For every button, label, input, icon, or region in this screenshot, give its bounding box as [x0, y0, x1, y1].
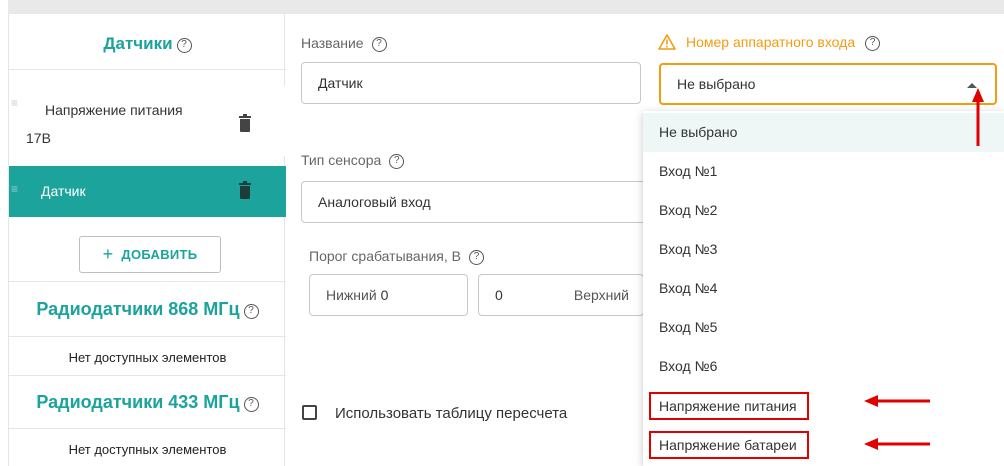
add-sensor-button[interactable]: + ДОБАВИТЬ — [79, 236, 221, 273]
radio868-section-title: Радиодатчики 868 МГц? — [9, 299, 286, 320]
sensor-item-sensor[interactable]: ≡ Датчик — [9, 166, 286, 217]
divider — [9, 375, 286, 376]
dropdown-option-label: Напряжение батареи — [649, 431, 809, 459]
sensor-type-select[interactable]: Аналоговый вход — [301, 181, 646, 223]
sensor-type-label: Тип сенсора? — [301, 152, 405, 169]
left-gutter — [0, 0, 8, 466]
sensors-help-icon[interactable]: ? — [176, 38, 192, 53]
threshold-help-icon[interactable]: ? — [468, 250, 484, 265]
hw-input-dropdown: Не выбрано Вход №1 Вход №2 Вход №3 Вход … — [643, 111, 1004, 466]
lower-threshold-input[interactable]: Нижний 0 — [309, 274, 468, 316]
dropdown-option-label: Вход №3 — [659, 241, 718, 257]
dropdown-option[interactable]: Вход №4 — [643, 269, 1004, 308]
add-button-label: ДОБАВИТЬ — [121, 247, 198, 262]
radio433-help-icon[interactable]: ? — [243, 397, 259, 412]
sensors-section-title: Датчики? — [9, 34, 286, 54]
hw-input-help-icon[interactable]: ? — [865, 36, 881, 51]
dropdown-option-label: Вход №1 — [659, 163, 718, 179]
hw-input-value: Не выбрано — [677, 76, 756, 92]
use-table-checkbox[interactable] — [302, 405, 317, 420]
sensor-item-label: Датчик — [41, 183, 86, 199]
hw-input-select[interactable]: Не выбрано — [659, 63, 997, 105]
dropdown-option[interactable]: Вход №3 — [643, 230, 1004, 269]
upper-threshold-label: Верхний — [573, 287, 629, 303]
dropdown-option[interactable]: Вход №6 — [643, 347, 1004, 386]
annotation-arrow-left-icon — [864, 438, 930, 450]
threshold-label: Порог срабатывания, В? — [309, 248, 484, 265]
delete-sensor-icon[interactable] — [239, 181, 251, 199]
lower-threshold-label: Нижний — [326, 287, 377, 303]
sensors-title-text: Датчики — [103, 34, 173, 53]
dropdown-option-label: Вход №2 — [659, 202, 718, 218]
dropdown-option-label: Не выбрано — [659, 124, 738, 140]
sensor-type-help-icon[interactable]: ? — [389, 154, 405, 169]
divider — [9, 336, 286, 337]
name-input-value: Датчик — [318, 75, 363, 91]
radio433-empty-text: Нет доступных элементов — [68, 442, 227, 457]
upper-threshold-value: 0 — [495, 287, 503, 303]
hw-input-label: Номер аппаратного входа? — [658, 34, 881, 51]
name-input[interactable]: Датчик — [301, 62, 641, 104]
name-label-text: Название — [301, 35, 364, 51]
use-table-row[interactable]: Использовать таблицу пересчета — [302, 405, 567, 422]
divider — [9, 428, 286, 429]
sensor-type-label-text: Тип сенсора — [301, 152, 382, 168]
dropdown-option[interactable]: Не выбрано — [643, 113, 1004, 152]
dropdown-option-supply-voltage[interactable]: Напряжение питания — [643, 387, 1004, 426]
dropdown-option-label: Напряжение питания — [649, 392, 809, 420]
use-table-label: Использовать таблицу пересчета — [335, 405, 568, 422]
dropdown-option[interactable]: Вход №5 — [643, 308, 1004, 347]
threshold-label-text: Порог срабатывания, В — [309, 248, 461, 264]
name-help-icon[interactable]: ? — [371, 37, 387, 52]
sensor-item-label: Напряжение питания — [45, 102, 183, 118]
dropdown-option-battery-voltage[interactable]: Напряжение батареи — [643, 426, 1004, 465]
divider — [9, 69, 286, 70]
sensor-item-voltage[interactable]: ≡ Напряжение питания 17В — [9, 86, 286, 156]
lower-threshold-value: 0 — [380, 287, 389, 303]
radio868-help-icon[interactable]: ? — [243, 304, 259, 319]
hw-input-label-text: Номер аппаратного входа — [686, 34, 856, 50]
divider — [9, 281, 286, 282]
radio433-section-title: Радиодатчики 433 МГц? — [9, 392, 286, 413]
annotation-arrow-left-icon — [864, 395, 930, 407]
dropdown-option-label: Вход №6 — [659, 358, 718, 374]
drag-handle-icon[interactable]: ≡ — [11, 183, 18, 195]
name-label: Название? — [301, 35, 387, 52]
plus-icon: + — [102, 244, 114, 264]
sensor-item-value: 17В — [26, 130, 51, 146]
dropdown-option-label: Вход №5 — [659, 319, 718, 335]
delete-sensor-icon[interactable] — [239, 114, 251, 132]
sensor-sidebar: Датчики? ≡ Напряжение питания 17В ≡ Датч… — [8, 14, 286, 466]
sensor-type-value: Аналоговый вход — [318, 194, 431, 210]
top-strip — [0, 0, 1004, 14]
radio868-title-text: Радиодатчики 868 МГц — [36, 299, 240, 319]
annotation-arrow-up-icon — [972, 88, 984, 146]
drag-handle-icon[interactable]: ≡ — [11, 97, 18, 109]
dropdown-option[interactable]: Вход №2 — [643, 191, 1004, 230]
dropdown-option-label: Вход №4 — [659, 280, 718, 296]
radio868-empty-text: Нет доступных элементов — [68, 350, 227, 365]
upper-threshold-input[interactable]: 0 Верхний — [478, 274, 644, 316]
dropdown-option[interactable]: Вход №1 — [643, 152, 1004, 191]
radio433-title-text: Радиодатчики 433 МГц — [36, 392, 240, 412]
warning-icon — [658, 34, 676, 50]
